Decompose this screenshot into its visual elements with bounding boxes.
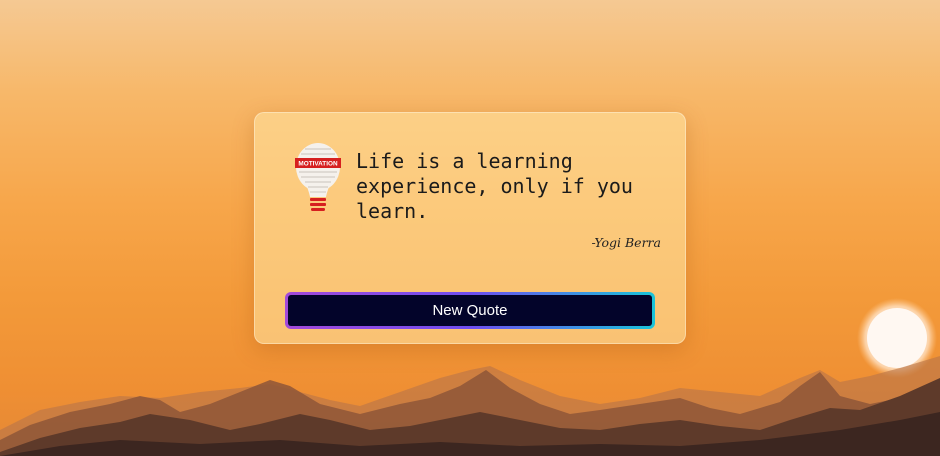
- quote-card: MOTIVATION Life is a learning experience…: [254, 112, 686, 344]
- motivation-icon-label: MOTIVATION: [298, 161, 338, 168]
- quote-text: Life is a learning experience, only if y…: [356, 149, 633, 223]
- quote-author: -Yogi Berra: [591, 235, 661, 250]
- new-quote-button[interactable]: New Quote: [285, 292, 655, 329]
- motivation-lightbulb-icon: MOTIVATION: [295, 143, 341, 211]
